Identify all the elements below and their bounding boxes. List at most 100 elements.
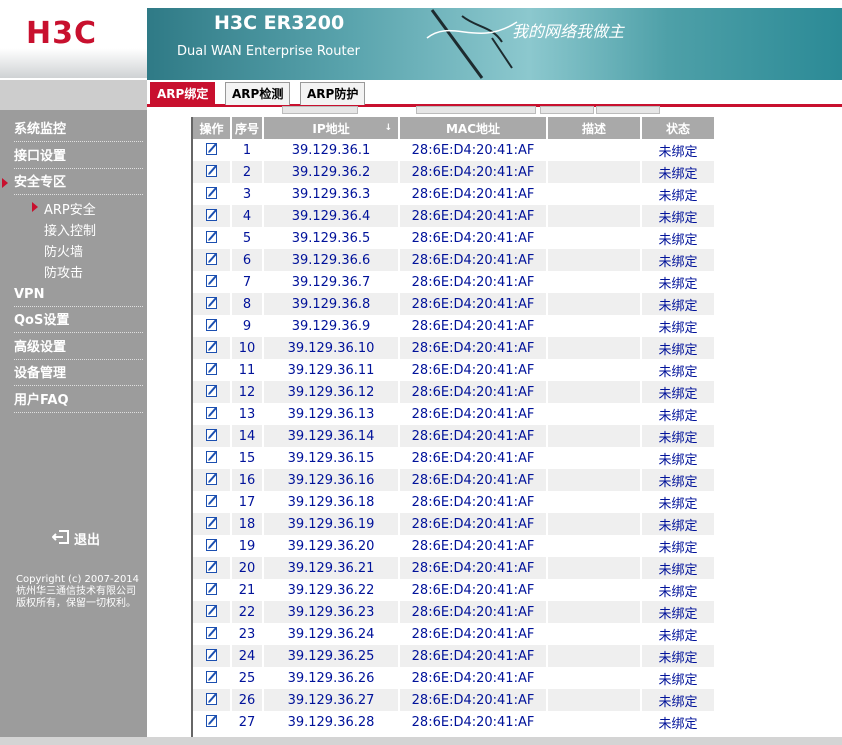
edit-icon[interactable]: [205, 560, 218, 573]
status-cell: 未绑定: [641, 513, 716, 535]
table-row: 10 39.129.36.10 28:6E:D4:20:41:AF 未绑定: [193, 337, 716, 359]
arp-table-container[interactable]: 操作 序号 IP地址 ↓ MAC地址 描述 状态 1 39.129.36.1 28:6…: [191, 117, 717, 737]
edit-icon[interactable]: [205, 252, 218, 265]
edit-icon[interactable]: [205, 626, 218, 639]
index-cell: 25: [231, 667, 264, 689]
desc-cell: [547, 359, 642, 381]
index-cell: 7: [231, 271, 264, 293]
status-cell: 未绑定: [641, 161, 716, 183]
tab-arp-detection[interactable]: ARP检测: [225, 82, 291, 105]
edit-icon[interactable]: [205, 384, 218, 397]
table-row: 2 39.129.36.2 28:6E:D4:20:41:AF 未绑定: [193, 161, 716, 183]
index-cell: 16: [231, 469, 264, 491]
mac-cell: 28:6E:D4:20:41:AF: [399, 161, 548, 183]
edit-icon[interactable]: [205, 362, 218, 375]
desc-cell: [547, 601, 642, 623]
edit-icon[interactable]: [205, 538, 218, 551]
edit-icon[interactable]: [205, 406, 218, 419]
mac-cell: 28:6E:D4:20:41:AF: [399, 381, 548, 403]
index-cell: 14: [231, 425, 264, 447]
table-row: 16 39.129.36.16 28:6E:D4:20:41:AF 未绑定: [193, 469, 716, 491]
status-cell: 未绑定: [641, 601, 716, 623]
sidebar-subitem-access-control[interactable]: 接入控制: [44, 220, 96, 239]
h3c-logo: H3C: [26, 16, 97, 51]
edit-icon[interactable]: [205, 450, 218, 463]
table-row: 23 39.129.36.24 28:6E:D4:20:41:AF 未绑定: [193, 623, 716, 645]
tab-arp-binding[interactable]: ARP绑定: [150, 82, 216, 105]
logo-area: H3C: [0, 0, 147, 78]
edit-icon[interactable]: [205, 472, 218, 485]
sidebar-item-advanced[interactable]: 高级设置: [14, 337, 143, 360]
mac-cell: 28:6E:D4:20:41:AF: [399, 667, 548, 689]
hidden-control: [596, 106, 660, 114]
edit-icon[interactable]: [205, 494, 218, 507]
col-header-index: 序号: [231, 117, 264, 139]
sidebar-item-interface[interactable]: 接口设置: [14, 146, 143, 169]
mac-cell: 28:6E:D4:20:41:AF: [399, 227, 548, 249]
edit-icon[interactable]: [205, 692, 218, 705]
sidebar-item-security[interactable]: 安全专区: [2, 172, 143, 195]
sidebar-subitem-anti-attack[interactable]: 防攻击: [44, 262, 83, 281]
edit-icon[interactable]: [205, 186, 218, 199]
edit-icon[interactable]: [205, 604, 218, 617]
index-cell: 3: [231, 183, 264, 205]
desc-cell: [547, 403, 642, 425]
edit-icon[interactable]: [205, 164, 218, 177]
index-cell: 8: [231, 293, 264, 315]
sidebar-item-faq[interactable]: 用户FAQ: [14, 390, 143, 413]
edit-icon[interactable]: [205, 274, 218, 287]
sidebar-item-device[interactable]: 设备管理: [14, 363, 143, 386]
ip-cell: 39.129.36.25: [263, 645, 400, 667]
edit-icon[interactable]: [205, 318, 218, 331]
ip-cell: 39.129.36.20: [263, 535, 400, 557]
ip-cell: 39.129.36.4: [263, 205, 400, 227]
table-row: 24 39.129.36.25 28:6E:D4:20:41:AF 未绑定: [193, 645, 716, 667]
ip-cell: 39.129.36.12: [263, 381, 400, 403]
table-row: 8 39.129.36.8 28:6E:D4:20:41:AF 未绑定: [193, 293, 716, 315]
sidebar-item-qos[interactable]: QoS设置: [14, 310, 143, 333]
status-cell: 未绑定: [641, 359, 716, 381]
sidebar-subitem-firewall[interactable]: 防火墙: [44, 241, 83, 260]
edit-icon[interactable]: [205, 714, 218, 727]
index-cell: 6: [231, 249, 264, 271]
edit-icon[interactable]: [205, 670, 218, 683]
sidebar-subitem-arp[interactable]: ARP安全: [32, 199, 96, 218]
mac-cell: 28:6E:D4:20:41:AF: [399, 425, 548, 447]
edit-icon[interactable]: [205, 340, 218, 353]
sidebar-item-system-monitor[interactable]: 系统监控: [14, 119, 143, 142]
desc-cell: [547, 667, 642, 689]
edit-icon[interactable]: [205, 648, 218, 661]
edit-icon[interactable]: [205, 582, 218, 595]
ip-cell: 39.129.36.21: [263, 557, 400, 579]
desc-cell: [547, 249, 642, 271]
ip-cell: 39.129.36.27: [263, 689, 400, 711]
status-cell: 未绑定: [641, 645, 716, 667]
table-header-row: 操作 序号 IP地址 ↓ MAC地址 描述 状态: [193, 117, 716, 139]
mac-cell: 28:6E:D4:20:41:AF: [399, 403, 548, 425]
desc-cell: [547, 689, 642, 711]
index-cell: 4: [231, 205, 264, 227]
edit-icon[interactable]: [205, 516, 218, 529]
edit-icon[interactable]: [205, 296, 218, 309]
index-cell: 1: [231, 139, 264, 161]
edit-icon[interactable]: [205, 208, 218, 221]
edit-icon[interactable]: [205, 428, 218, 441]
index-cell: 27: [231, 711, 264, 733]
action-cell: [193, 337, 232, 359]
mac-cell: 28:6E:D4:20:41:AF: [399, 139, 548, 161]
logout-button[interactable]: 退出: [51, 529, 100, 548]
sidebar-item-vpn[interactable]: VPN: [14, 284, 143, 307]
ip-cell: 39.129.36.8: [263, 293, 400, 315]
desc-cell: [547, 271, 642, 293]
index-cell: 18: [231, 513, 264, 535]
edit-icon[interactable]: [205, 142, 218, 155]
desc-cell: [547, 447, 642, 469]
status-cell: 未绑定: [641, 469, 716, 491]
status-cell: 未绑定: [641, 425, 716, 447]
col-header-ip[interactable]: IP地址 ↓: [263, 117, 400, 139]
edit-icon[interactable]: [205, 230, 218, 243]
action-cell: [193, 623, 232, 645]
hidden-control: [540, 106, 594, 114]
tab-arp-protection[interactable]: ARP防护: [300, 82, 366, 105]
desc-cell: [547, 315, 642, 337]
